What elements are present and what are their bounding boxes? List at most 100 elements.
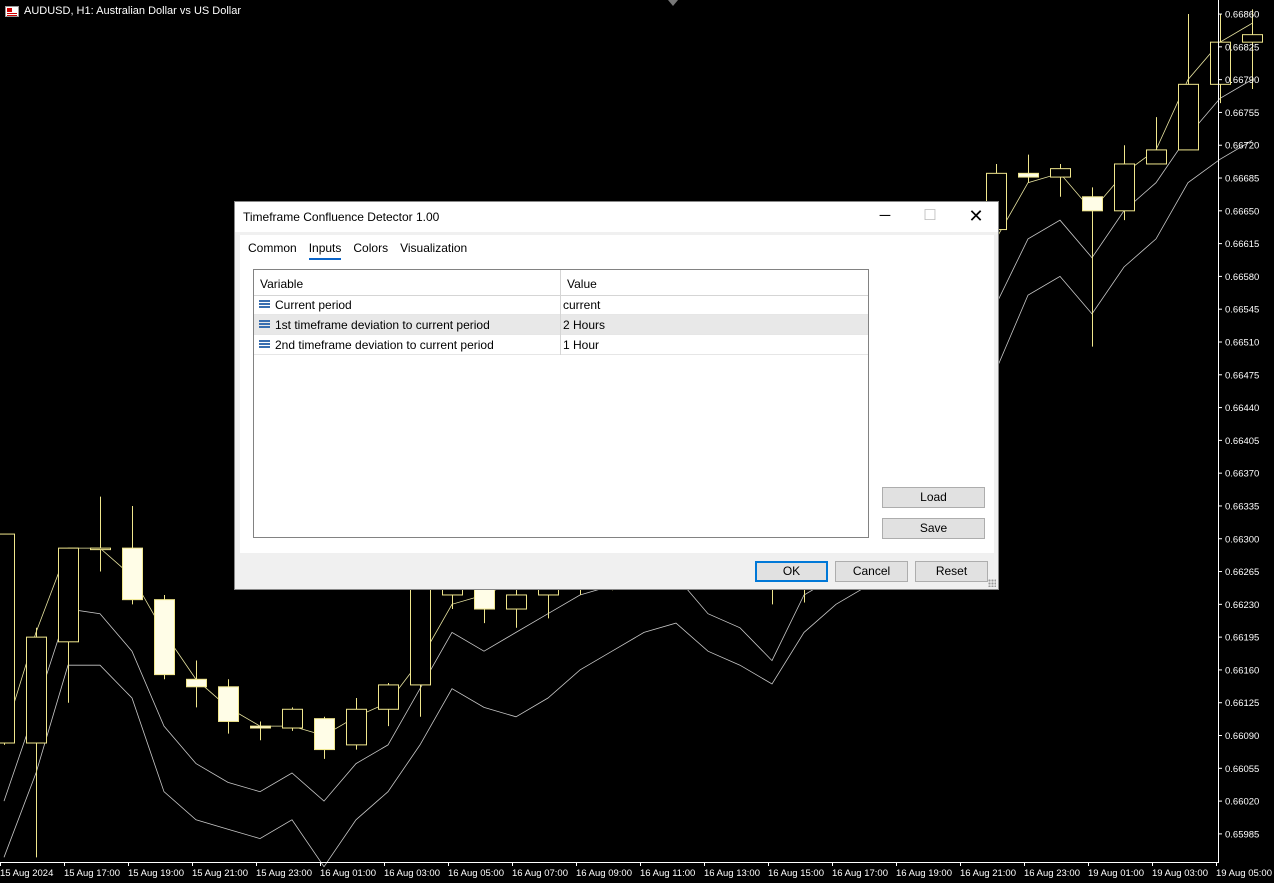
- time-tick-label: 16 Aug 13:00: [704, 868, 760, 879]
- close-icon[interactable]: ✕: [953, 202, 999, 232]
- time-tick-label: 16 Aug 19:00: [896, 868, 952, 879]
- tab-inputs[interactable]: Inputs: [308, 241, 342, 260]
- time-tick-label: 15 Aug 21:00: [192, 868, 248, 879]
- time-tick-label: 19 Aug 05:00: [1216, 868, 1272, 879]
- price-tick-label: 0.66720: [1225, 141, 1259, 152]
- price-tick-label: 0.66860: [1225, 10, 1259, 21]
- candle-body: [282, 708, 303, 729]
- time-tick-label: 15 Aug 23:00: [256, 868, 312, 879]
- time-tick-label: 16 Aug 03:00: [384, 868, 440, 879]
- price-tick-label: 0.66580: [1225, 272, 1259, 283]
- candle-body: [26, 636, 47, 744]
- candle-body: [1018, 172, 1039, 178]
- price-tick-label: 0.66790: [1225, 75, 1259, 86]
- candle-body: [346, 708, 367, 746]
- column-divider[interactable]: [560, 270, 561, 295]
- reset-button[interactable]: Reset: [915, 561, 988, 582]
- price-tick-label: 0.66265: [1225, 567, 1259, 578]
- candle-body: [0, 533, 15, 744]
- price-tick-label: 0.66825: [1225, 42, 1259, 53]
- time-tick-label: 15 Aug 2024: [0, 868, 53, 879]
- candle-body: [250, 725, 271, 729]
- variable-name: 1st timeframe deviation to current perio…: [275, 318, 490, 332]
- variable-name: Current period: [275, 298, 352, 312]
- price-tick-label: 0.66160: [1225, 665, 1259, 676]
- price-tick-label: 0.66090: [1225, 731, 1259, 742]
- candle-body: [1146, 149, 1167, 165]
- tab-colors[interactable]: Colors: [353, 241, 388, 260]
- candle-body: [154, 599, 175, 676]
- table-row[interactable]: 2nd timeframe deviation to current perio…: [254, 335, 868, 355]
- load-button[interactable]: Load: [882, 487, 985, 508]
- variable-value[interactable]: current: [563, 298, 600, 312]
- price-tick-label: 0.66685: [1225, 174, 1259, 185]
- price-tick-label: 0.66300: [1225, 534, 1259, 545]
- candle-body: [58, 547, 79, 643]
- price-tick-label: 0.66475: [1225, 370, 1259, 381]
- price-tick-label: 0.66335: [1225, 501, 1259, 512]
- table-row[interactable]: Current period current: [254, 295, 868, 315]
- tab-visualization[interactable]: Visualization: [400, 241, 467, 260]
- column-header-value[interactable]: Value: [567, 277, 597, 291]
- variable-value[interactable]: 2 Hours: [563, 318, 605, 332]
- candle-body: [314, 718, 335, 751]
- candle-body: [90, 547, 111, 551]
- price-tick-label: 0.66195: [1225, 633, 1259, 644]
- parameter-icon: [259, 300, 270, 309]
- candle-body: [1114, 163, 1135, 212]
- price-tick-label: 0.66440: [1225, 403, 1259, 414]
- price-tick-label: 0.66755: [1225, 108, 1259, 119]
- time-tick-label: 16 Aug 09:00: [576, 868, 632, 879]
- variable-name: 2nd timeframe deviation to current perio…: [275, 338, 494, 352]
- ok-button[interactable]: OK: [755, 561, 828, 582]
- indicator-properties-dialog: Timeframe Confluence Detector 1.00 ─ ☐ ✕…: [234, 201, 999, 590]
- save-button[interactable]: Save: [882, 518, 985, 539]
- time-tick-label: 16 Aug 11:00: [640, 868, 695, 879]
- parameter-icon: [259, 320, 270, 329]
- dialog-title: Timeframe Confluence Detector 1.00: [243, 210, 440, 224]
- price-tick-label: 0.66055: [1225, 764, 1259, 775]
- price-tick-label: 0.66370: [1225, 469, 1259, 480]
- price-tick-label: 0.66545: [1225, 305, 1259, 316]
- time-tick-label: 15 Aug 17:00: [64, 868, 120, 879]
- candle-body: [186, 678, 207, 688]
- tab-bar: Common Inputs Colors Visualization: [248, 241, 467, 260]
- variable-value[interactable]: 1 Hour: [563, 338, 599, 352]
- resize-grip-icon[interactable]: [988, 579, 996, 587]
- maximize-icon[interactable]: ☐: [907, 202, 953, 232]
- table-row[interactable]: 1st timeframe deviation to current perio…: [254, 315, 868, 335]
- price-tick-label: 0.66615: [1225, 239, 1259, 250]
- dialog-panel: Common Inputs Colors Visualization Varia…: [240, 235, 994, 553]
- minimize-icon[interactable]: ─: [862, 202, 908, 232]
- price-tick-label: 0.66510: [1225, 337, 1259, 348]
- parameter-icon: [259, 340, 270, 349]
- time-tick-label: 16 Aug 01:00: [320, 868, 376, 879]
- dialog-titlebar[interactable]: Timeframe Confluence Detector 1.00 ─ ☐ ✕: [235, 202, 998, 232]
- price-tick-label: 0.66230: [1225, 600, 1259, 611]
- candle-body: [218, 686, 239, 722]
- price-tick-label: 0.65985: [1225, 829, 1259, 840]
- candle-body: [122, 547, 143, 601]
- inputs-table: Variable Value Current period current 1s…: [253, 269, 869, 538]
- time-tick-label: 16 Aug 17:00: [832, 868, 888, 879]
- candle-body: [1050, 168, 1071, 178]
- symbol-flag-icon: [5, 5, 19, 17]
- time-tick-label: 16 Aug 05:00: [448, 868, 504, 879]
- chart-title-text: AUDUSD, H1: Australian Dollar vs US Doll…: [24, 5, 242, 17]
- time-tick-label: 19 Aug 03:00: [1152, 868, 1208, 879]
- price-tick-label: 0.66125: [1225, 698, 1259, 709]
- candle-body: [1082, 196, 1103, 212]
- table-header: Variable Value: [254, 270, 868, 296]
- price-tick-label: 0.66650: [1225, 206, 1259, 217]
- column-header-variable[interactable]: Variable: [260, 277, 303, 291]
- candle-body: [1178, 83, 1199, 151]
- candle-body: [506, 594, 527, 610]
- chart-title: AUDUSD, H1: Australian Dollar vs US Doll…: [5, 5, 241, 17]
- price-tick-label: 0.66020: [1225, 797, 1259, 808]
- time-tick-label: 16 Aug 15:00: [768, 868, 824, 879]
- time-tick-label: 19 Aug 01:00: [1088, 868, 1144, 879]
- tab-common[interactable]: Common: [248, 241, 297, 260]
- time-tick-label: 15 Aug 19:00: [128, 868, 184, 879]
- cancel-button[interactable]: Cancel: [835, 561, 908, 582]
- time-tick-label: 16 Aug 23:00: [1024, 868, 1080, 879]
